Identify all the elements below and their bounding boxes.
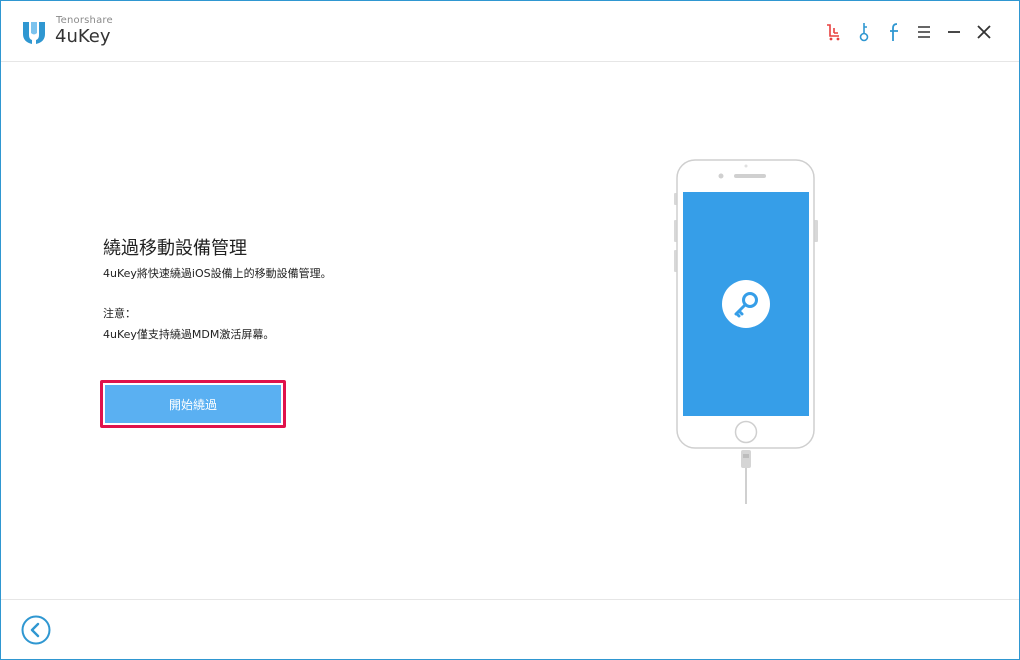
start-bypass-button[interactable]: 開始繞過 (105, 385, 281, 423)
key-icon[interactable] (855, 22, 873, 42)
page-title: 繞過移動設備管理 (103, 238, 247, 259)
brand-product-name: 4uKey (55, 26, 111, 47)
minimize-icon[interactable] (945, 22, 963, 42)
main-content: 繞過移動設備管理 4uKey將快速繞過iOS設備上的移動設備管理。 注意： 4u… (1, 62, 1019, 599)
app-window: Tenorshare 4uKey 繞過移動設備管理 4uKey將快速繞過iOS設… (0, 0, 1020, 660)
facebook-icon[interactable] (885, 22, 903, 42)
menu-icon[interactable] (915, 22, 933, 42)
note-text: 4uKey僅支持繞過MDM激活屏幕。 (103, 328, 275, 341)
page-description: 4uKey將快速繞過iOS設備上的移動設備管理。 (103, 267, 332, 280)
titlebar: Tenorshare 4uKey (1, 1, 1019, 62)
4ukey-logo-icon (23, 22, 45, 44)
footer-bar (1, 599, 1019, 660)
close-icon[interactable] (975, 22, 993, 42)
note-label: 注意： (103, 307, 136, 320)
cart-icon[interactable] (825, 22, 843, 42)
iphone-illustration (674, 159, 818, 504)
titlebar-controls (825, 21, 993, 43)
brand-company: Tenorshare (56, 15, 113, 26)
back-arrow-icon[interactable] (21, 615, 51, 645)
